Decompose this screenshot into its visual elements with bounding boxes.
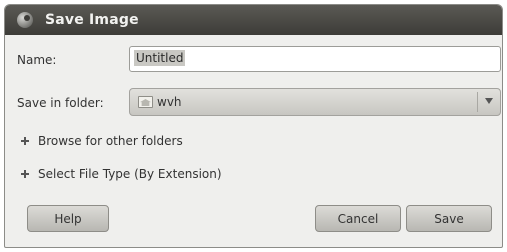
plus-icon[interactable] (21, 170, 29, 178)
select-file-type-expander[interactable]: Select File Type (By Extension) (21, 167, 222, 181)
help-button[interactable]: Help (27, 205, 109, 232)
save-in-folder-combo[interactable]: wvh (129, 88, 501, 116)
title-bar[interactable]: Save Image (5, 5, 502, 35)
save-in-folder-label: Save in folder: (17, 96, 104, 110)
home-folder-icon (138, 96, 153, 108)
window-title: Save Image (45, 12, 139, 28)
plus-icon[interactable] (21, 137, 29, 145)
gimp-icon (17, 12, 33, 28)
browse-other-folders-expander[interactable]: Browse for other folders (21, 134, 183, 148)
combo-separator (477, 92, 478, 112)
name-input-value: Untitled (134, 50, 186, 66)
chevron-down-icon[interactable] (485, 98, 493, 104)
select-file-type-label[interactable]: Select File Type (By Extension) (38, 167, 222, 181)
name-input[interactable]: Untitled (129, 46, 501, 72)
browse-other-folders-label[interactable]: Browse for other folders (38, 134, 183, 148)
folder-combo-value: wvh (157, 95, 182, 109)
cancel-button[interactable]: Cancel (315, 205, 401, 232)
save-image-dialog: Save Image Name: Untitled Save in folder… (4, 4, 503, 248)
save-button[interactable]: Save (406, 205, 492, 232)
name-label: Name: (17, 53, 57, 67)
